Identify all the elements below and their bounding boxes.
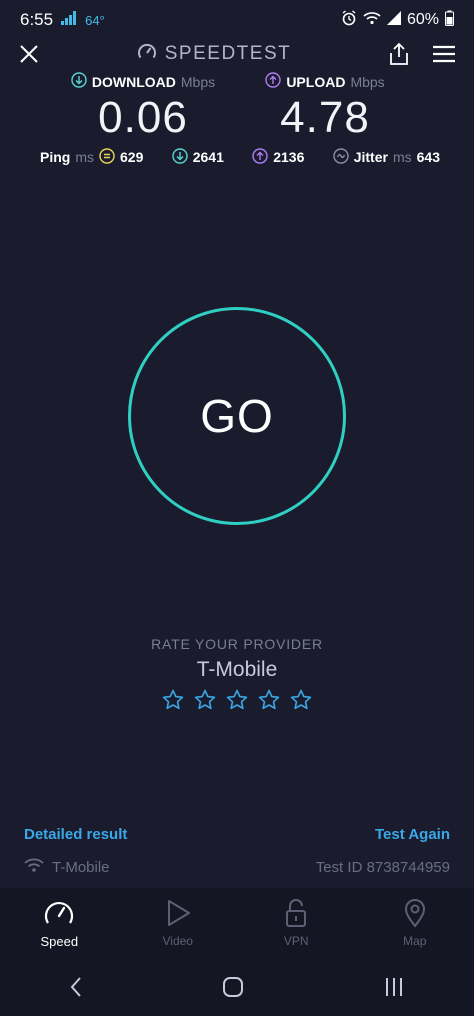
nav-vpn[interactable]: VPN <box>237 888 356 958</box>
ping-value: 629 <box>120 149 144 165</box>
share-button[interactable] <box>388 42 410 66</box>
speedometer-icon <box>45 901 74 924</box>
battery-level: 60% <box>406 11 439 28</box>
ping-label: Ping <box>40 149 71 165</box>
download-label: DOWNLOAD <box>91 73 176 90</box>
upload-latency-icon <box>252 147 268 167</box>
ping-metric: Ping ms 629 <box>40 147 144 167</box>
system-recents-button[interactable] <box>383 976 405 998</box>
star-1-icon[interactable] <box>161 688 185 712</box>
go-button[interactable]: GO <box>128 307 346 525</box>
download-latency-value: 2641 <box>192 149 224 165</box>
wifi-network-icon <box>24 857 44 877</box>
upload-unit: Mbps <box>350 73 385 90</box>
jitter-metric: Jitter ms 643 <box>333 147 440 167</box>
go-button-label: GO <box>200 390 274 442</box>
status-time: 6:55 <box>20 10 54 29</box>
test-again-link[interactable]: Test Again <box>375 826 450 843</box>
upload-panel: UPLOAD Mbps 4.78 <box>230 72 420 143</box>
upload-label-row: UPLOAD Mbps <box>230 72 420 91</box>
result-links: Detailed result Test Again <box>24 826 450 843</box>
provider-name: T-Mobile <box>196 658 278 681</box>
ping-idle-icon <box>99 147 115 167</box>
download-label-row: DOWNLOAD Mbps <box>48 72 238 91</box>
close-button[interactable] <box>18 43 40 65</box>
download-panel: DOWNLOAD Mbps 0.06 <box>48 72 238 143</box>
jitter-icon <box>333 147 349 167</box>
test-info: T-Mobile Test ID 8738744959 <box>24 857 450 877</box>
nav-map[interactable]: Map <box>356 888 474 958</box>
latency-metrics: Ping ms 629 2641 2136 Jitter ms 643 <box>40 146 440 168</box>
upload-arrow-icon <box>265 72 282 91</box>
nav-video-label: Video <box>162 934 193 948</box>
close-icon <box>20 45 38 63</box>
share-icon <box>390 42 408 65</box>
download-latency-metric: 2641 <box>172 147 224 167</box>
download-unit: Mbps <box>180 73 216 90</box>
speedtest-logo-icon <box>137 42 157 67</box>
recents-icon <box>385 978 402 996</box>
signal-icon <box>386 10 401 30</box>
nav-vpn-label: VPN <box>283 934 309 948</box>
wifi-icon <box>363 11 381 30</box>
network-info: T-Mobile <box>24 857 110 877</box>
app-title: SPEEDTEST <box>137 42 291 67</box>
upload-latency-value: 2136 <box>273 149 305 165</box>
nav-video[interactable]: Video <box>119 888 238 958</box>
ping-unit: ms <box>75 149 95 165</box>
play-icon <box>167 900 190 926</box>
star-2-icon[interactable] <box>193 688 217 712</box>
system-navigation <box>0 958 474 1016</box>
status-temperature: 64° <box>85 12 105 28</box>
status-bar: 6:55 64° 60% <box>0 0 474 40</box>
star-4-icon[interactable] <box>257 688 281 712</box>
alarm-icon <box>341 9 357 31</box>
back-icon <box>70 977 82 997</box>
upload-latency-metric: 2136 <box>252 147 305 167</box>
jitter-unit: ms <box>392 149 412 165</box>
rate-provider-section: RATE YOUR PROVIDER T-Mobile <box>0 636 474 712</box>
download-value: 0.06 <box>98 93 188 142</box>
network-name: T-Mobile <box>52 858 110 876</box>
top-bar: SPEEDTEST <box>0 36 474 72</box>
menu-icon <box>432 45 455 63</box>
download-latency-icon <box>172 147 188 167</box>
cell-signal-icon <box>61 10 77 30</box>
download-arrow-icon <box>71 72 87 91</box>
speed-readings: DOWNLOAD Mbps 0.06 UPLOAD Mbps 4.78 <box>0 72 474 142</box>
jitter-value: 643 <box>416 149 440 165</box>
jitter-label: Jitter <box>353 149 388 165</box>
detailed-result-link[interactable]: Detailed result <box>24 826 127 843</box>
bottom-nav: Speed Video VPN Map <box>0 888 474 958</box>
map-pin-icon <box>404 899 425 928</box>
nav-speed-label: Speed <box>40 933 79 949</box>
menu-button[interactable] <box>432 44 456 64</box>
star-3-icon[interactable] <box>225 688 249 712</box>
lock-icon <box>286 899 307 927</box>
system-back-button[interactable] <box>69 976 83 998</box>
upload-value: 4.78 <box>280 93 370 142</box>
upload-label: UPLOAD <box>286 73 346 90</box>
nav-map-label: Map <box>403 934 427 948</box>
system-home-button[interactable] <box>222 976 244 998</box>
app-title-text: SPEEDTEST <box>164 43 292 64</box>
rate-provider-heading: RATE YOUR PROVIDER <box>151 636 323 652</box>
nav-speed[interactable]: Speed <box>0 888 119 958</box>
test-id: Test ID 8738744959 <box>315 858 450 876</box>
home-icon <box>222 977 243 997</box>
star-rating <box>0 688 474 712</box>
top-right-actions <box>388 42 456 66</box>
status-left: 6:55 64° <box>20 10 105 30</box>
status-right: 60% <box>341 9 454 31</box>
star-5-icon[interactable] <box>289 688 313 712</box>
battery-icon <box>445 10 454 31</box>
